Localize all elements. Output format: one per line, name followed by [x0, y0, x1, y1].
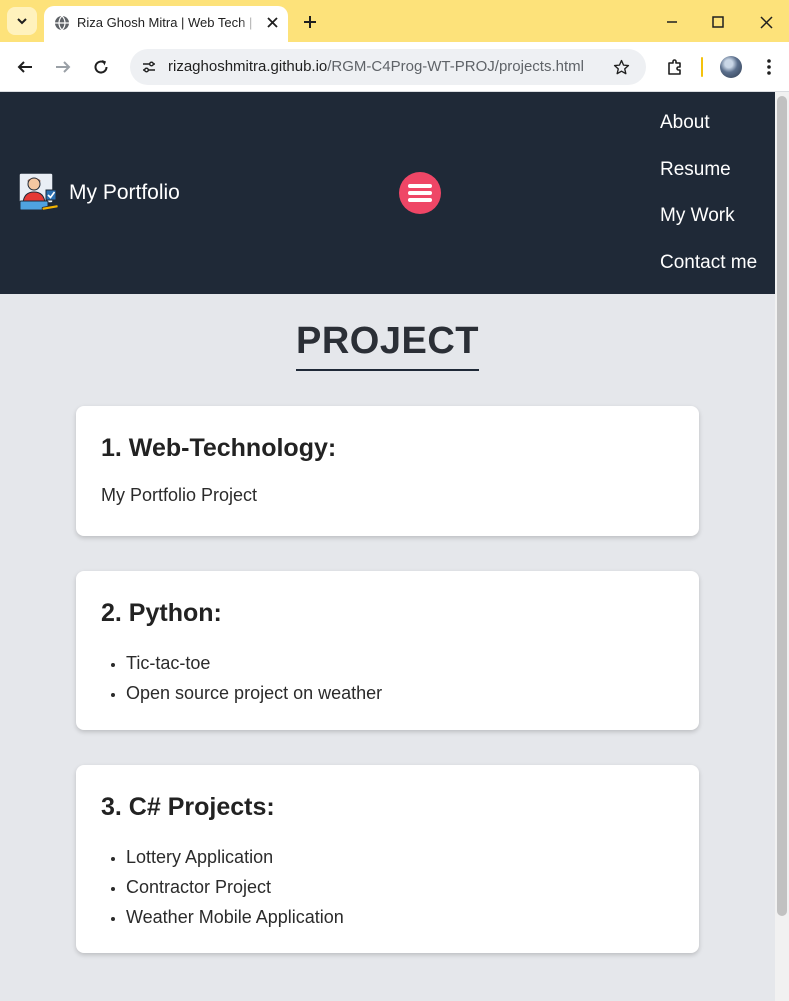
project-card-csharp: 3. C# Projects: Lottery Application Cont… — [76, 765, 699, 953]
nav-link-resume[interactable]: Resume — [660, 159, 731, 180]
page-title: PROJECT — [296, 320, 479, 371]
toolbar-divider — [701, 57, 703, 77]
list-item: Tic-tac-toe — [126, 648, 674, 678]
address-bar[interactable]: rizaghoshmitra.github.io/RGM-C4Prog-WT-P… — [130, 49, 646, 85]
minimize-button[interactable] — [652, 6, 692, 38]
site-navbar: My Portfolio About Resume My Work Contac… — [0, 92, 775, 294]
plus-icon — [304, 16, 316, 28]
project-card-python: 2. Python: Tic-tac-toe Open source proje… — [76, 571, 699, 730]
list-item: Open source project on weather — [126, 678, 674, 708]
card-title: 2. Python: — [101, 599, 222, 627]
reload-button[interactable] — [86, 52, 116, 82]
menu-bar-icon — [408, 191, 432, 195]
close-icon — [266, 16, 278, 28]
menu-bar-icon — [408, 184, 432, 188]
star-icon — [613, 59, 629, 74]
more-vertical-icon — [767, 59, 771, 75]
browser-toolbar: rizaghoshmitra.github.io/RGM-C4Prog-WT-P… — [0, 42, 789, 92]
nav-link-about[interactable]: About — [660, 112, 710, 133]
tab-title: Riza Ghosh Mitra | Web Tech | C4Prog — [77, 15, 257, 30]
tune-icon — [143, 61, 155, 73]
tab-strip: Riza Ghosh Mitra | Web Tech | C4Prog — [0, 0, 789, 42]
minimize-icon — [667, 21, 677, 23]
url-path: /RGM-C4Prog-WT-PROJ/projects.html — [327, 58, 584, 75]
maximize-button[interactable] — [698, 6, 738, 38]
list-item: Weather Mobile Application — [126, 902, 674, 932]
extensions-button[interactable] — [660, 52, 690, 82]
nav-links: About Resume My Work Contact me — [660, 112, 757, 298]
list-item: Contractor Project — [126, 872, 674, 902]
back-button[interactable] — [10, 52, 40, 82]
puzzle-icon — [668, 59, 681, 75]
nav-link-my-work[interactable]: My Work — [660, 205, 735, 226]
forward-button[interactable] — [48, 52, 78, 82]
developer-avatar-icon — [18, 172, 59, 211]
scrollbar-thumb[interactable] — [777, 96, 787, 916]
project-list: Lottery Application Contractor Project W… — [101, 842, 674, 932]
globe-icon — [55, 15, 69, 31]
card-title: 3. C# Projects: — [101, 793, 275, 821]
arrow-left-icon — [17, 61, 32, 73]
bookmark-button[interactable] — [608, 54, 634, 80]
maximize-icon — [712, 16, 724, 28]
brand-name: My Portfolio — [69, 181, 180, 204]
card-text: My Portfolio Project — [101, 485, 258, 505]
card-title: 1. Web-Technology: — [101, 434, 337, 462]
hamburger-menu-button[interactable] — [399, 172, 441, 214]
section-title: PROJECT — [0, 320, 775, 371]
url-text[interactable]: rizaghoshmitra.github.io/RGM-C4Prog-WT-P… — [168, 58, 584, 75]
tab-search-button[interactable] — [7, 7, 37, 35]
new-tab-button[interactable] — [296, 8, 324, 36]
page-viewport: My Portfolio About Resume My Work Contac… — [0, 92, 775, 1001]
project-card-web-technology: 1. Web-Technology: My Portfolio Project — [76, 406, 699, 536]
arrow-right-icon — [56, 61, 71, 73]
page-scrollbar[interactable] — [775, 92, 789, 1001]
chevron-down-icon — [17, 18, 27, 25]
close-window-button[interactable] — [746, 6, 786, 38]
close-tab-button[interactable] — [262, 12, 282, 32]
menu-bar-icon — [408, 198, 432, 202]
reload-icon — [94, 60, 108, 74]
brand[interactable]: My Portfolio — [18, 172, 180, 214]
nav-link-contact[interactable]: Contact me — [660, 252, 757, 273]
profile-avatar[interactable] — [720, 56, 742, 78]
site-info-button[interactable] — [136, 54, 162, 80]
close-icon — [759, 15, 773, 29]
project-list: Tic-tac-toe Open source project on weath… — [101, 648, 674, 708]
menu-button[interactable] — [754, 52, 784, 82]
list-item: Lottery Application — [126, 842, 674, 872]
url-host: rizaghoshmitra.github.io — [168, 58, 328, 75]
browser-tab[interactable]: Riza Ghosh Mitra | Web Tech | C4Prog — [44, 6, 288, 42]
